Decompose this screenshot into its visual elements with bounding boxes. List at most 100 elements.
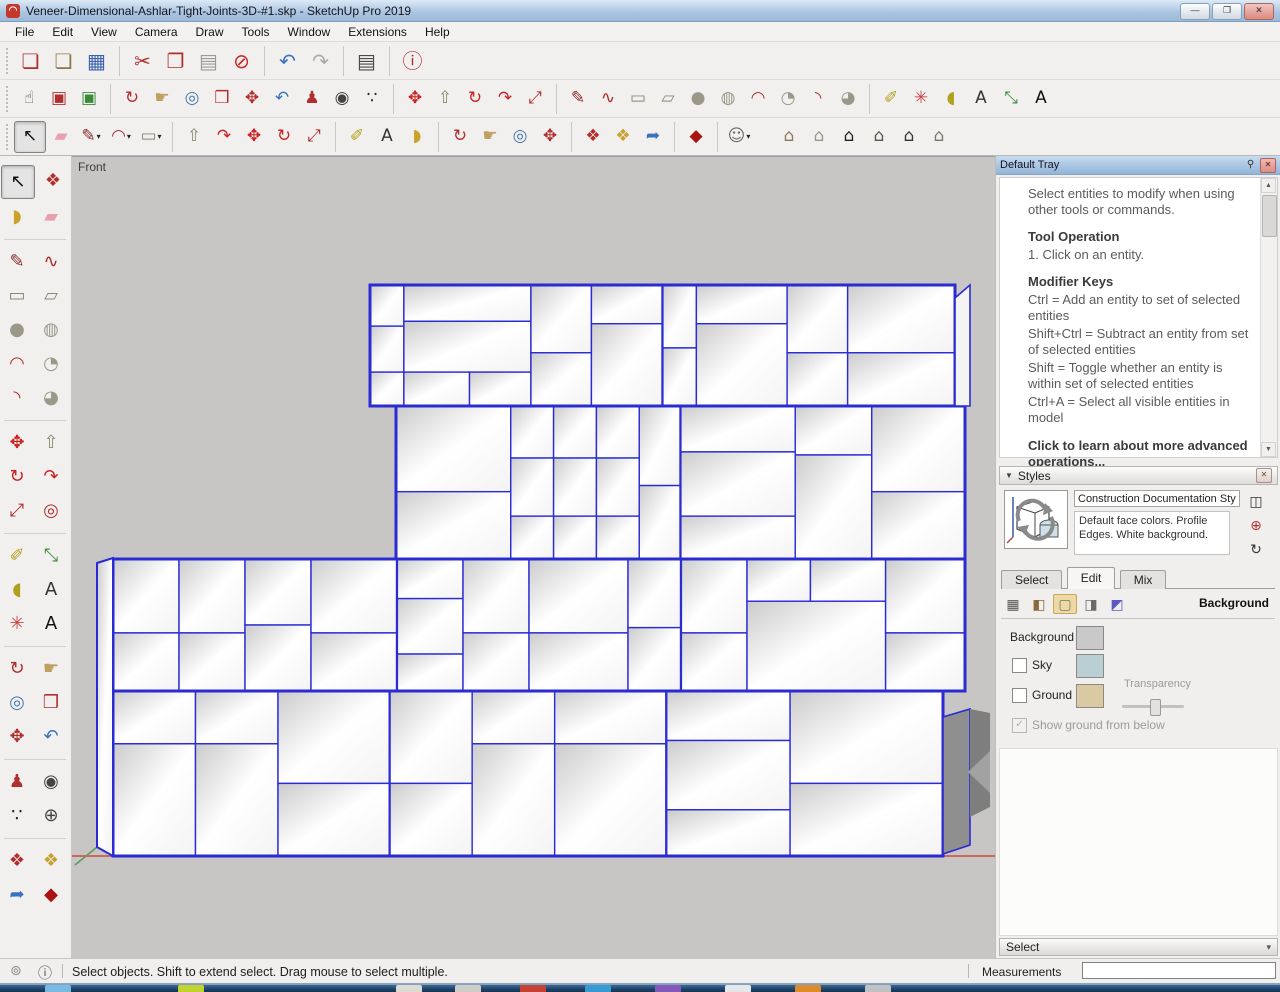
ground-color-swatch[interactable] [1076,684,1104,708]
menu-edit[interactable]: Edit [43,23,82,41]
stone-face[interactable] [194,690,279,745]
arc-icon[interactable]: ◠ [1,348,33,380]
stone-face[interactable] [510,405,555,459]
stone-face[interactable] [395,405,512,493]
paint-bucket-icon[interactable]: ◗ [402,122,432,152]
line-icon[interactable]: ✎ ▾ [76,122,106,152]
save-icon[interactable]: ▦ [80,44,113,77]
menu-file[interactable]: File [6,23,43,41]
zoom-icon[interactable]: ◎ [505,122,535,152]
stone-face[interactable] [746,558,812,602]
component-replace-icon[interactable]: ▣ [74,84,104,114]
filled-arc-icon[interactable]: ◕ [35,382,67,414]
tab-mix[interactable]: Mix [1119,570,1167,589]
stone-face[interactable] [665,739,791,811]
scale-icon[interactable]: ⤢ [520,84,550,114]
stone-face[interactable] [665,809,791,857]
maximize-button[interactable]: ❐ [1212,3,1242,20]
stone-face[interactable] [794,405,873,456]
erase-icon[interactable]: ⊘ [225,44,258,77]
previous-view-icon[interactable]: ↶ [35,721,67,753]
stone-face[interactable] [884,558,966,634]
text-icon[interactable]: A [372,122,402,152]
extension-warehouse-icon[interactable]: ❖ [608,122,638,152]
transparency-slider-thumb[interactable] [1150,699,1161,716]
3d-text-icon[interactable]: A [35,608,67,640]
scale-icon[interactable]: ⤢ [1,495,33,527]
stone-face[interactable] [310,632,398,692]
stone-face[interactable] [178,558,246,634]
previous-view-icon[interactable]: ↶ [267,84,297,114]
stone-face[interactable] [528,558,629,634]
modeling-settings-icon[interactable]: ◩ [1105,595,1129,615]
turn-around-icon[interactable]: ⊕ [35,800,67,832]
shapes-icon[interactable]: ▭ ▾ [136,122,166,152]
view-front-icon[interactable]: ⌂ [834,122,864,152]
stone-face[interactable] [194,743,279,857]
stone-face[interactable] [178,632,246,692]
polygon-icon[interactable]: ◍ [713,84,743,114]
tape-measure-icon[interactable]: ✐ [876,84,906,114]
stone-face[interactable] [553,743,668,857]
text-icon[interactable]: A [35,574,67,606]
zoom-extents-icon[interactable]: ✥ [1,721,33,753]
circle-icon[interactable]: ● [683,84,713,114]
view-back-icon[interactable]: ⌂ [924,122,954,152]
toolbar-drag-handle[interactable] [6,85,10,112]
stone-face[interactable] [396,558,464,600]
view-iso-icon[interactable]: ⌂ [774,122,804,152]
pan-icon[interactable]: ☛ [35,653,67,685]
follow-me-icon[interactable]: ↷ [35,461,67,493]
dropdown-arrow-icon[interactable]: ▾ [127,132,131,141]
watermark-settings-icon[interactable]: ◨ [1079,595,1103,615]
tray-title-bar[interactable]: Default Tray ⚲ ✕ [996,156,1280,175]
axes-icon[interactable]: ✳ [1,608,33,640]
copy-icon[interactable]: ❐ [159,44,192,77]
stone-face[interactable] [638,405,682,487]
measurements-input[interactable] [1082,962,1276,979]
two-point-arc-icon[interactable]: ◝ [803,84,833,114]
instructor-scrollbar[interactable]: ▲ ▼ [1260,178,1277,457]
dimension-icon[interactable]: ⤡ [996,84,1026,114]
menu-extensions[interactable]: Extensions [339,23,416,41]
stone-face[interactable] [403,371,471,407]
stone-face[interactable] [112,690,197,745]
select-tool-icon[interactable]: ↖ [14,120,46,153]
stone-face[interactable] [627,626,682,692]
stone-face[interactable] [680,632,748,692]
follow-me-icon[interactable]: ↷ [490,84,520,114]
taskbar-app-icon[interactable] [455,985,481,992]
make-component-icon[interactable]: ❖ [37,165,69,197]
tape-measure-icon[interactable]: ✐ [342,122,372,152]
three-point-arc-icon[interactable]: ◝ [1,382,33,414]
taskbar-app-icon[interactable] [178,985,204,992]
menu-tools[interactable]: Tools [233,23,279,41]
style-thumbnail[interactable] [1004,490,1068,549]
windows-taskbar[interactable] [0,983,1280,992]
scroll-up-icon[interactable]: ▲ [1261,178,1276,193]
stone-face[interactable] [528,632,629,692]
viewport-canvas[interactable] [72,157,995,959]
zoom-icon[interactable]: ◎ [177,84,207,114]
stone-face[interactable] [552,405,598,459]
style-description[interactable]: Default face colors. Profile Edges. Whit… [1074,511,1230,555]
3d-text-icon[interactable]: A [1026,84,1056,114]
face-settings-icon[interactable]: ◧ [1027,595,1051,615]
share-model-icon[interactable]: ➦ [1,879,33,911]
line-icon[interactable]: ✎ [563,84,593,114]
freehand-icon[interactable]: ∿ [35,246,67,278]
look-around-icon[interactable]: ◉ [35,766,67,798]
stone-face[interactable] [277,782,391,857]
new-icon[interactable]: ❏ [14,44,47,77]
freehand-icon[interactable]: ∿ [593,84,623,114]
move-icon[interactable]: ✥ [239,122,269,152]
stone-face[interactable] [679,515,796,560]
stone-face[interactable] [786,352,849,407]
protractor-icon[interactable]: ◖ [1,574,33,606]
polygon-icon[interactable]: ◍ [35,314,67,346]
rotated-rectangle-icon[interactable]: ▱ [653,84,683,114]
edge-settings-icon[interactable]: ▦ [1001,595,1025,615]
stone-face[interactable] [595,405,640,459]
stone-face[interactable] [746,600,887,692]
taskbar-app-icon[interactable] [795,985,821,992]
